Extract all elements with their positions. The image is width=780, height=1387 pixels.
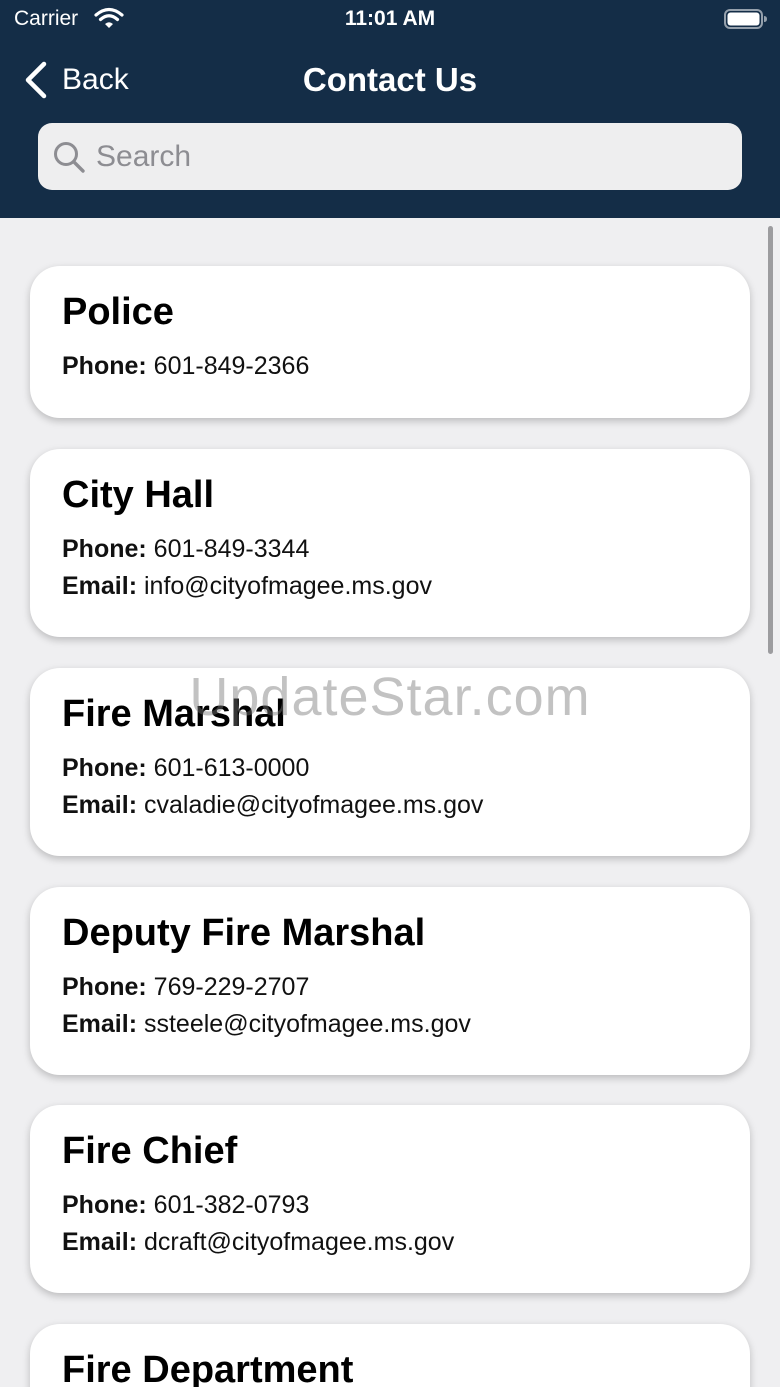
contact-email[interactable]: Email: ssteele@cityofmagee.ms.gov xyxy=(62,1006,718,1043)
contact-email[interactable]: Email: info@cityofmagee.ms.gov xyxy=(62,568,718,605)
phone-value[interactable]: 601-613-0000 xyxy=(154,754,310,782)
contact-card-city-hall[interactable]: City Hall Phone: 601-849-3344 Email: inf… xyxy=(30,449,750,637)
contact-name: Fire Marshal xyxy=(62,693,286,735)
email-label: Email: xyxy=(62,791,138,819)
contact-name: Police xyxy=(62,291,174,333)
back-button[interactable]: Back xyxy=(22,58,129,102)
contact-email[interactable]: Email: dcraft@cityofmagee.ms.gov xyxy=(62,1224,718,1261)
status-time: 11:01 AM xyxy=(344,7,436,30)
battery-icon xyxy=(724,9,767,29)
phone-label: Phone: xyxy=(62,973,147,1001)
contact-card-fire-chief[interactable]: Fire Chief Phone: 601-382-0793 Email: dc… xyxy=(30,1105,750,1293)
contact-email[interactable]: Email: cvaladie@cityofmagee.ms.gov xyxy=(62,787,718,824)
contact-phone[interactable]: Phone: 601-613-0000 xyxy=(62,750,718,787)
phone-value[interactable]: 601-849-2366 xyxy=(154,352,310,380)
phone-value[interactable]: 601-382-0793 xyxy=(154,1191,310,1219)
scroll-indicator[interactable] xyxy=(768,226,773,654)
contact-name: City Hall xyxy=(62,474,215,516)
chevron-left-icon xyxy=(25,61,47,99)
search-icon xyxy=(54,141,85,173)
contact-card-deputy-fire-marshal[interactable]: Deputy Fire Marshal Phone: 769-229-2707 … xyxy=(30,887,750,1075)
back-label: Back xyxy=(62,63,129,96)
phone-value[interactable]: 769-229-2707 xyxy=(154,973,310,1001)
phone-label: Phone: xyxy=(62,535,147,563)
contact-card-police[interactable]: Police Phone: 601-849-2366 xyxy=(30,266,750,418)
phone-value[interactable]: 601-849-3344 xyxy=(154,535,310,563)
phone-label: Phone: xyxy=(62,1191,147,1219)
email-value[interactable]: info@cityofmagee.ms.gov xyxy=(144,572,432,600)
phone-label: Phone: xyxy=(62,352,147,380)
email-label: Email: xyxy=(62,572,138,600)
header: Carrier 11:01 AM Back Contact Us xyxy=(0,0,780,218)
email-value[interactable]: ssteele@cityofmagee.ms.gov xyxy=(144,1010,471,1038)
contact-card-fire-marshal[interactable]: Fire Marshal Phone: 601-613-0000 Email: … xyxy=(30,668,750,856)
phone-label: Phone: xyxy=(62,754,147,782)
email-value[interactable]: dcraft@cityofmagee.ms.gov xyxy=(144,1228,454,1256)
contact-name: Deputy Fire Marshal xyxy=(62,912,426,954)
contact-name: Fire Department xyxy=(62,1349,354,1387)
navigation-bar: Back Contact Us xyxy=(0,50,780,110)
search-bar[interactable] xyxy=(38,123,742,190)
email-value[interactable]: cvaladie@cityofmagee.ms.gov xyxy=(144,791,483,819)
contact-card-fire-department[interactable]: Fire Department xyxy=(30,1324,750,1387)
contact-name: Fire Chief xyxy=(62,1130,238,1172)
contact-phone[interactable]: Phone: 769-229-2707 xyxy=(62,969,718,1006)
email-label: Email: xyxy=(62,1010,138,1038)
status-bar: Carrier 11:01 AM xyxy=(0,0,780,40)
email-label: Email: xyxy=(62,1228,138,1256)
contact-phone[interactable]: Phone: 601-849-2366 xyxy=(62,348,718,385)
search-input[interactable] xyxy=(96,139,696,174)
contact-phone[interactable]: Phone: 601-849-3344 xyxy=(62,531,718,568)
contact-list[interactable]: Police Phone: 601-849-2366 City Hall Pho… xyxy=(0,218,780,1387)
contact-phone[interactable]: Phone: 601-382-0793 xyxy=(62,1187,718,1224)
